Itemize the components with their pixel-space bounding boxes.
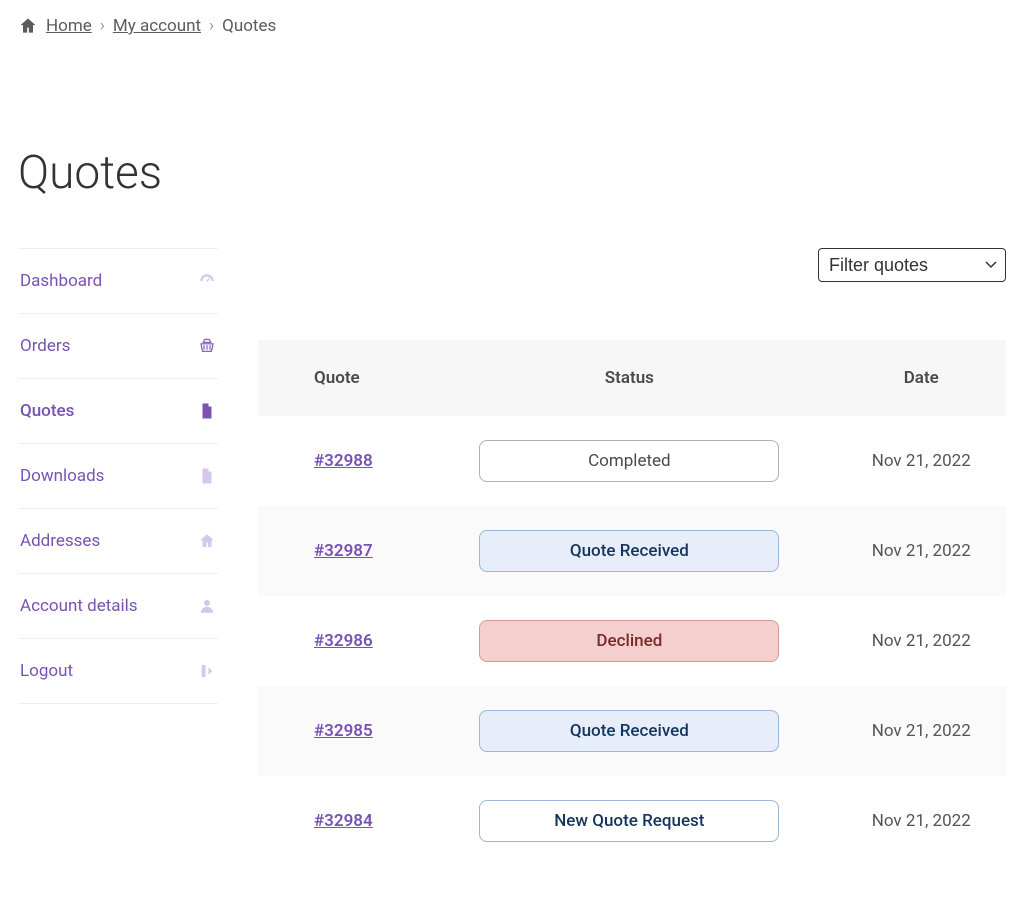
breadcrumb-home-link[interactable]: Home xyxy=(46,16,92,36)
logout-icon xyxy=(198,662,216,680)
sidebar-link-orders[interactable]: Orders xyxy=(18,314,218,378)
sidebar-item: Account details xyxy=(18,573,218,638)
home-icon xyxy=(18,16,38,36)
table-row: #32984 New Quote Request Nov 21, 2022 xyxy=(258,776,1006,866)
col-quote: Quote xyxy=(258,340,422,416)
col-status: Status xyxy=(422,340,836,416)
table-row: #32987 Quote Received Nov 21, 2022 xyxy=(258,506,1006,596)
quote-status-cell: Quote Received xyxy=(422,506,836,596)
main-content: Filter quotes Quote Status Date #32988 Co… xyxy=(258,248,1006,866)
quote-id-cell: #32987 xyxy=(258,506,422,596)
sidebar-item-label: Downloads xyxy=(20,466,104,486)
quote-date-cell: Nov 21, 2022 xyxy=(837,776,1006,866)
status-badge: Completed xyxy=(479,440,779,482)
page-title: Quotes xyxy=(18,146,1006,200)
chevron-right-icon: › xyxy=(100,16,105,36)
sidebar-item-label: Logout xyxy=(20,661,73,681)
home-icon xyxy=(198,532,216,550)
table-row: #32988 Completed Nov 21, 2022 xyxy=(258,416,1006,506)
sidebar-link-account-details[interactable]: Account details xyxy=(18,574,218,638)
breadcrumb-account-link[interactable]: My account xyxy=(113,16,201,36)
table-row: #32986 Declined Nov 21, 2022 xyxy=(258,596,1006,686)
table-row: #32985 Quote Received Nov 21, 2022 xyxy=(258,686,1006,776)
chevron-right-icon: › xyxy=(209,16,214,36)
quote-date-cell: Nov 21, 2022 xyxy=(837,416,1006,506)
sidebar-item-label: Account details xyxy=(20,596,138,616)
quote-id-cell: #32985 xyxy=(258,686,422,776)
sidebar-link-dashboard[interactable]: Dashboard xyxy=(18,249,218,313)
quote-link[interactable]: #32988 xyxy=(314,451,373,471)
breadcrumb: Home › My account › Quotes xyxy=(18,16,1006,36)
sidebar-link-downloads[interactable]: Downloads xyxy=(18,444,218,508)
table-header-row: Quote Status Date xyxy=(258,340,1006,416)
quote-link[interactable]: #32986 xyxy=(314,631,373,651)
sidebar-item: Logout xyxy=(18,638,218,704)
sidebar-link-addresses[interactable]: Addresses xyxy=(18,509,218,573)
quote-date-cell: Nov 21, 2022 xyxy=(837,596,1006,686)
quote-status-cell: Completed xyxy=(422,416,836,506)
quote-date-cell: Nov 21, 2022 xyxy=(837,686,1006,776)
quote-link[interactable]: #32987 xyxy=(314,541,373,561)
breadcrumb-current: Quotes xyxy=(222,16,276,36)
quote-status-cell: New Quote Request xyxy=(422,776,836,866)
col-date: Date xyxy=(837,340,1006,416)
status-badge: New Quote Request xyxy=(479,800,779,842)
quote-id-cell: #32986 xyxy=(258,596,422,686)
status-badge: Quote Received xyxy=(479,530,779,572)
sidebar-item: Addresses xyxy=(18,508,218,573)
sidebar-item-label: Dashboard xyxy=(20,271,102,291)
sidebar-item-label: Quotes xyxy=(20,401,74,421)
quote-id-cell: #32988 xyxy=(258,416,422,506)
account-nav: Dashboard Orders Quotes Downloads Addresses A… xyxy=(18,248,218,704)
quote-link[interactable]: #32984 xyxy=(314,811,373,831)
sidebar-item: Quotes xyxy=(18,378,218,443)
quotes-table: Quote Status Date #32988 Completed Nov 21,… xyxy=(258,340,1006,866)
basket-icon xyxy=(198,337,216,355)
sidebar-link-logout[interactable]: Logout xyxy=(18,639,218,703)
dashboard-icon xyxy=(198,272,216,290)
sidebar-item: Dashboard xyxy=(18,248,218,313)
sidebar-item: Downloads xyxy=(18,443,218,508)
filter-quotes-select[interactable]: Filter quotes xyxy=(818,248,1006,282)
quote-status-cell: Declined xyxy=(422,596,836,686)
sidebar-item: Orders xyxy=(18,313,218,378)
status-badge: Quote Received xyxy=(479,710,779,752)
filter-row: Filter quotes xyxy=(258,248,1006,282)
account-sidebar: Dashboard Orders Quotes Downloads Addresses A… xyxy=(18,248,218,704)
user-icon xyxy=(198,597,216,615)
file-icon xyxy=(198,467,216,485)
quote-date-cell: Nov 21, 2022 xyxy=(837,506,1006,596)
sidebar-link-quotes[interactable]: Quotes xyxy=(18,379,218,443)
sidebar-item-label: Orders xyxy=(20,336,70,356)
status-badge: Declined xyxy=(479,620,779,662)
quote-id-cell: #32984 xyxy=(258,776,422,866)
quote-status-cell: Quote Received xyxy=(422,686,836,776)
document-icon xyxy=(198,402,216,420)
sidebar-item-label: Addresses xyxy=(20,531,100,551)
quote-link[interactable]: #32985 xyxy=(314,721,373,741)
